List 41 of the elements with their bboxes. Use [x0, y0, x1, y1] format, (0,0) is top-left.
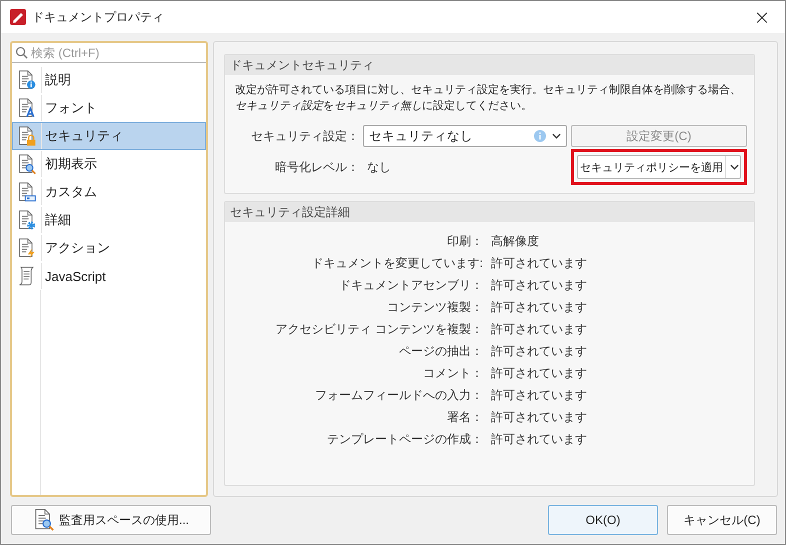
close-button[interactable]: ×	[739, 1, 785, 33]
detail-value: 許可されています	[491, 409, 588, 426]
field-value: なし	[366, 158, 392, 176]
sidebar-item[interactable]: 詳細	[12, 206, 206, 234]
field-label: セキュリティ設定：	[250, 128, 359, 144]
window-title: ドキュメントプロパティ	[32, 8, 164, 26]
sidebar-item[interactable]: フォント	[12, 94, 206, 122]
detail-value: 許可されています	[491, 365, 588, 382]
detail-label: コンテンツ複製：	[386, 299, 483, 316]
detail-value: 許可されています	[491, 343, 588, 360]
detail-label: ドキュメントを変更しています:	[310, 255, 483, 272]
audit-space-button[interactable]: 監査用スペースの使用...	[11, 505, 211, 535]
detail-label: ドキュメントアセンブリ：	[338, 277, 483, 294]
detail-label: テンプレートページの作成：	[326, 431, 483, 448]
search-field[interactable]: 検索 (Ctrl+F)	[31, 46, 203, 60]
group-title: セキュリティ設定詳細	[225, 202, 754, 222]
detail-label: 署名：	[446, 409, 483, 426]
field-label: 暗号化レベル：	[274, 158, 359, 176]
detail-label: アクセシビリティ コンテンツを複製：	[274, 321, 483, 338]
detail-value: 許可されています	[491, 255, 588, 272]
detail-value: 高解像度	[491, 233, 540, 250]
detail-label: 印刷：	[446, 233, 483, 250]
security-dropdown[interactable]: セキュリティなし	[363, 125, 567, 147]
sidebar-item[interactable]: アクション	[12, 234, 206, 262]
detail-value: 許可されています	[491, 277, 588, 294]
ok-button[interactable]: OK(O)	[548, 505, 658, 535]
detail-value: 許可されています	[491, 431, 588, 448]
sidebar-item[interactable]: セキュリティ	[12, 122, 206, 150]
detail-label: コメント：	[422, 365, 483, 382]
detail-label: フォームフィールドへの入力：	[314, 387, 483, 404]
description-text: 改定が許可されている項目に対し、セキュリティ設定を実行。セキュリティ制限自体を削除する場合、 セキュリティ設定を セキュリティ無し に設定してください。	[235, 82, 742, 114]
sidebar-item[interactable]: カスタム	[12, 178, 206, 206]
cancel-button[interactable]: キャンセル(C)	[667, 505, 777, 535]
detail-value: 許可されています	[491, 387, 588, 404]
group-title: ドキュメントセキュリティ	[225, 55, 754, 75]
sidebar-item[interactable]: 初期表示	[12, 150, 206, 178]
sidebar-item[interactable]: JavaScript	[12, 262, 206, 290]
detail-label: ページの抽出：	[398, 343, 483, 360]
detail-value: 許可されています	[491, 321, 588, 338]
detail-value: 許可されています	[491, 299, 588, 316]
sidebar-item[interactable]: 説明	[12, 66, 206, 94]
